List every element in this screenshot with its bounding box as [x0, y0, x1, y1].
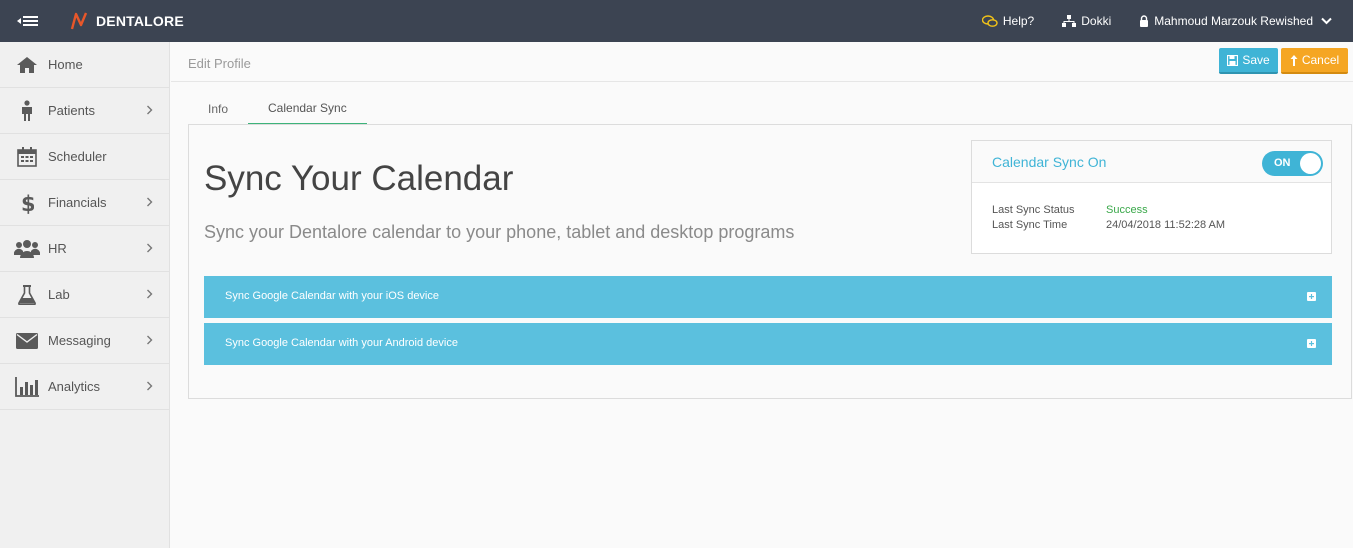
sidebar: Home Patients Scheduler $ Financials HR …	[0, 42, 170, 548]
chevron-down-icon	[1321, 17, 1332, 25]
user-menu[interactable]: Mahmoud Marzouk Rewished	[1139, 14, 1337, 28]
chevron-right-icon	[147, 243, 153, 253]
last-sync-status-label: Last Sync Status	[992, 204, 1075, 216]
tab-calendar-sync[interactable]: Calendar Sync	[248, 92, 367, 125]
sync-toggle[interactable]: ON	[1262, 151, 1323, 176]
sidebar-item-label: Messaging	[48, 333, 111, 348]
sidebar-item-messaging[interactable]: Messaging	[0, 318, 169, 364]
calendar-icon	[14, 145, 40, 169]
envelope-icon	[14, 329, 40, 353]
cancel-label: Cancel	[1301, 53, 1340, 67]
home-icon	[14, 53, 40, 77]
last-sync-status-value: Success	[1106, 204, 1148, 216]
sidebar-item-label: HR	[48, 241, 67, 256]
branch-label: Dokki	[1081, 14, 1112, 28]
lock-icon	[1140, 15, 1149, 27]
sync-status-header: Calendar Sync On ON	[972, 141, 1331, 183]
page-header: Edit Profile Save Cancel	[171, 42, 1353, 82]
sidebar-item-label: Patients	[48, 103, 95, 118]
sitemap-icon	[1062, 15, 1077, 27]
calendar-sync-panel: Sync Your Calendar Sync your Dentalore c…	[188, 124, 1352, 399]
last-sync-time-row: Last Sync Time 24/04/2018 11:52:28 AM	[992, 219, 1225, 234]
sidebar-item-analytics[interactable]: Analytics	[0, 364, 169, 410]
menu-toggle-icon[interactable]	[17, 12, 41, 30]
chevron-right-icon	[147, 289, 153, 299]
chevron-right-icon	[147, 105, 153, 115]
accordion-label: Sync Google Calendar with your Android d…	[225, 337, 458, 349]
user-name: Mahmoud Marzouk Rewished	[1154, 14, 1313, 28]
sidebar-item-scheduler[interactable]: Scheduler	[0, 134, 169, 180]
chat-help-icon	[981, 14, 998, 27]
last-sync-time-label: Last Sync Time	[992, 219, 1068, 231]
page-subtitle: Sync your Dentalore calendar to your pho…	[204, 222, 795, 242]
sidebar-item-patients[interactable]: Patients	[0, 88, 169, 134]
dollar-icon: $	[14, 191, 40, 215]
toggle-label: ON	[1274, 157, 1291, 169]
chevron-right-icon	[147, 381, 153, 391]
main-content: Edit Profile Save Cancel Info Calendar S…	[171, 42, 1353, 548]
save-icon	[1227, 54, 1239, 66]
undo-arrow-icon	[1290, 54, 1298, 66]
person-icon	[14, 99, 40, 123]
flask-icon	[14, 283, 40, 307]
save-button[interactable]: Save	[1219, 48, 1278, 74]
sidebar-item-label: Home	[48, 57, 83, 72]
toggle-knob	[1300, 153, 1321, 174]
accordion-label: Sync Google Calendar with your iOS devic…	[225, 290, 439, 302]
sidebar-item-label: Analytics	[48, 379, 101, 394]
plus-square-icon	[1307, 292, 1316, 301]
accordion-android[interactable]: Sync Google Calendar with your Android d…	[204, 323, 1332, 365]
breadcrumb: Edit Profile	[188, 56, 251, 71]
bar-chart-icon	[14, 375, 40, 399]
sidebar-item-lab[interactable]: Lab	[0, 272, 169, 318]
sync-status-title: Calendar Sync On	[992, 154, 1107, 170]
save-label: Save	[1242, 53, 1270, 67]
chevron-right-icon	[147, 197, 153, 207]
sidebar-item-financials[interactable]: $ Financials	[0, 180, 169, 226]
tab-info[interactable]: Info	[188, 92, 248, 125]
help-label: Help?	[1002, 14, 1035, 28]
tab-bar: Info Calendar Sync	[188, 92, 367, 125]
sidebar-item-label: Scheduler	[48, 149, 107, 164]
accordion-ios[interactable]: Sync Google Calendar with your iOS devic…	[204, 276, 1332, 318]
app-logo[interactable]: DENTALORE	[70, 10, 184, 32]
chevron-right-icon	[147, 335, 153, 345]
sidebar-item-hr[interactable]: HR	[0, 226, 169, 272]
sidebar-item-home[interactable]: Home	[0, 42, 169, 88]
branch-selector[interactable]: Dokki	[1062, 14, 1111, 28]
cancel-button[interactable]: Cancel	[1281, 48, 1348, 74]
last-sync-status-row: Last Sync Status Success	[992, 204, 1225, 219]
logo-mark-icon	[70, 12, 88, 30]
top-navbar: DENTALORE Help? Dokki Mahmoud Marzouk Re…	[0, 0, 1353, 42]
users-icon	[14, 237, 40, 261]
sync-status-card: Calendar Sync On ON Last Sync Status Suc…	[971, 140, 1332, 254]
sidebar-item-label: Lab	[48, 287, 70, 302]
sidebar-item-label: Financials	[48, 195, 107, 210]
last-sync-time-value: 24/04/2018 11:52:28 AM	[1106, 219, 1226, 231]
svg-text:$: $	[21, 192, 34, 215]
plus-square-icon	[1307, 339, 1316, 348]
app-name: DENTALORE	[96, 13, 184, 29]
help-link[interactable]: Help?	[981, 14, 1035, 28]
page-title: Sync Your Calendar	[204, 159, 514, 198]
